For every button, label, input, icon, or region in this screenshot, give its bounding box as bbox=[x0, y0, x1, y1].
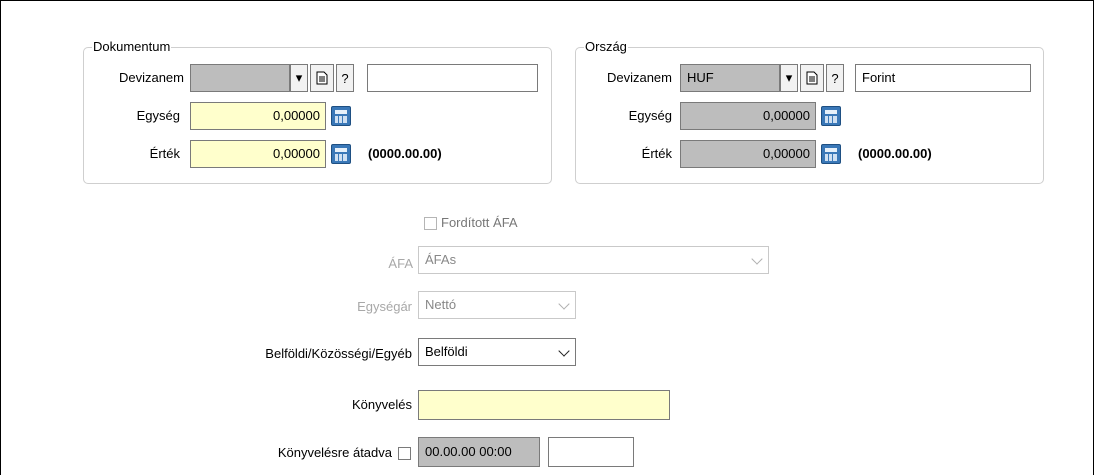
calculator-icon[interactable] bbox=[331, 106, 351, 126]
afa-value: ÁFAs bbox=[425, 252, 457, 267]
dokumentum-egyseg-input[interactable]: 0,00000 bbox=[190, 102, 326, 130]
chevron-down-icon bbox=[751, 253, 763, 265]
calculator-icon[interactable] bbox=[821, 106, 841, 126]
dokumentum-date-text: (0000.00.00) bbox=[368, 146, 442, 161]
document-icon bbox=[316, 71, 328, 85]
orszag-egyseg-input[interactable]: 0,00000 bbox=[680, 102, 816, 130]
orszag-devizanem-dropdown-button[interactable]: ▾ bbox=[780, 64, 798, 92]
afa-select[interactable]: ÁFAs bbox=[418, 246, 769, 274]
orszag-devizanem-help-button[interactable]: ? bbox=[826, 64, 844, 92]
chevron-down-icon: ▾ bbox=[785, 70, 793, 85]
chevron-down-icon bbox=[558, 345, 570, 357]
konyvelesre-atadva-label: Könyvelésre átadva bbox=[277, 445, 392, 460]
calculator-icon[interactable] bbox=[821, 144, 841, 164]
konyvelesre-atadva-checkbox[interactable] bbox=[398, 447, 411, 460]
konyvelesre-atadva-datetime[interactable]: 00.00.00 00:00 bbox=[418, 437, 540, 467]
orszag-ertek-input[interactable]: 0,00000 bbox=[680, 140, 816, 168]
dokumentum-ertek-label: Érték bbox=[149, 146, 180, 161]
document-icon bbox=[806, 71, 818, 85]
orszag-devizanem-label: Devizanem bbox=[606, 70, 672, 85]
forditott-afa-label: Fordított ÁFA bbox=[441, 215, 518, 230]
chevron-down-icon: ▾ bbox=[295, 70, 303, 85]
dokumentum-devizanem-help-button[interactable]: ? bbox=[336, 64, 354, 92]
dokumentum-ertek-input[interactable]: 0,00000 bbox=[190, 140, 326, 168]
help-icon: ? bbox=[341, 70, 349, 86]
konyveles-label: Könyvelés bbox=[352, 397, 412, 412]
afa-label: ÁFA bbox=[388, 256, 413, 271]
dokumentum-devizanem-dropdown-button[interactable]: ▾ bbox=[290, 64, 308, 92]
chevron-down-icon bbox=[558, 298, 570, 310]
orszag-devizanem-select[interactable]: HUF bbox=[680, 64, 780, 92]
orszag-ertek-label: Érték bbox=[641, 146, 672, 161]
belfoldi-value: Belföldi bbox=[425, 344, 468, 359]
konyvelesre-atadva-extra-field[interactable] bbox=[548, 437, 634, 467]
orszag-devizanem-name-field[interactable]: Forint bbox=[855, 64, 1031, 92]
dokumentum-devizanem-select[interactable] bbox=[190, 64, 290, 92]
help-icon: ? bbox=[831, 70, 839, 86]
orszag-date-text: (0000.00.00) bbox=[858, 146, 932, 161]
dokumentum-egyseg-label: Egység bbox=[136, 108, 180, 123]
dokumentum-devizanem-browse-button[interactable] bbox=[310, 64, 334, 92]
orszag-legend: Ország bbox=[584, 39, 628, 55]
konyveles-input[interactable] bbox=[418, 390, 670, 420]
egysegar-label: Egységár bbox=[357, 299, 412, 314]
belfoldi-label: Belföldi/Közösségi/Egyéb bbox=[265, 346, 412, 361]
calculator-icon[interactable] bbox=[331, 144, 351, 164]
forditott-afa-checkbox[interactable] bbox=[424, 217, 437, 230]
belfoldi-select[interactable]: Belföldi bbox=[418, 338, 576, 366]
egysegar-select[interactable]: Nettó bbox=[418, 291, 576, 319]
orszag-egyseg-label: Egység bbox=[628, 108, 672, 123]
dokumentum-devizanem-name-field[interactable] bbox=[367, 64, 538, 92]
orszag-devizanem-browse-button[interactable] bbox=[800, 64, 824, 92]
dokumentum-devizanem-label: Devizanem bbox=[118, 70, 184, 85]
dokumentum-legend: Dokumentum bbox=[92, 39, 172, 55]
egysegar-value: Nettó bbox=[425, 297, 457, 312]
